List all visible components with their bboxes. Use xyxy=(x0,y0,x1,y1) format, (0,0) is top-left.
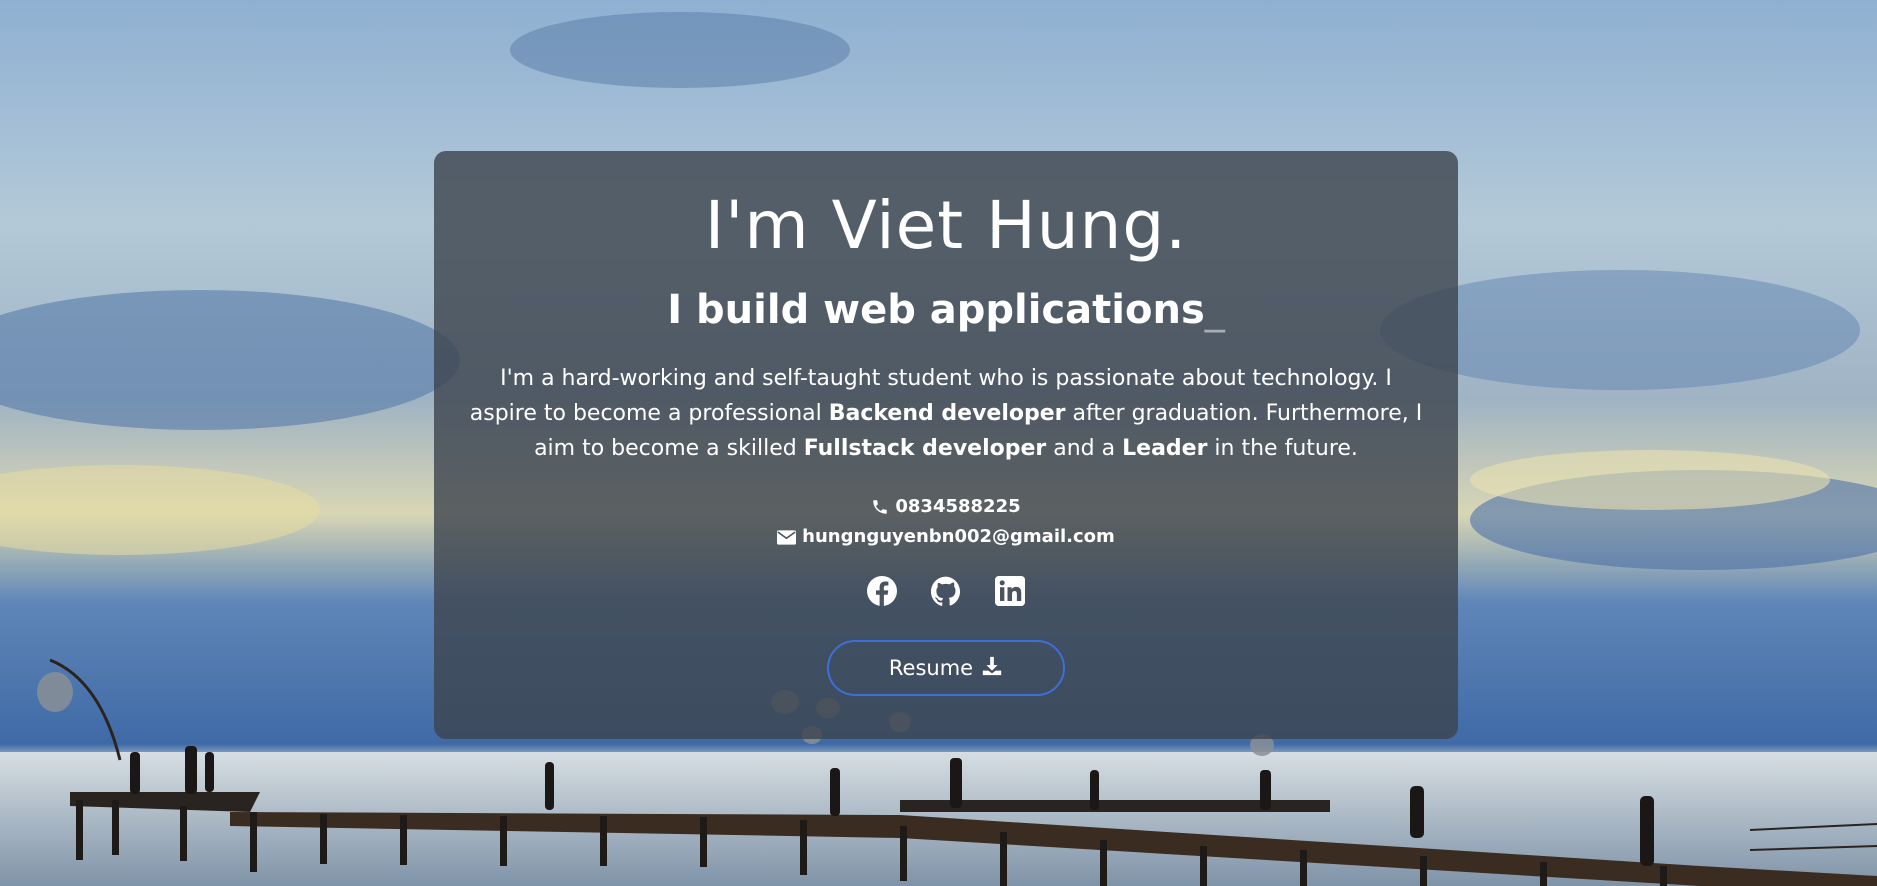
phone-number[interactable]: 0834588225 xyxy=(895,492,1020,522)
bio-role-fullstack: Fullstack developer xyxy=(803,436,1047,461)
hero-name: I'm Viet Hung. xyxy=(704,187,1188,264)
bio-role-leader: Leader xyxy=(1122,436,1208,461)
github-icon[interactable] xyxy=(930,576,961,606)
contact-info: 0834588225 hungnguyenbn002@gmail.com xyxy=(434,492,1458,552)
envelope-icon xyxy=(777,529,797,545)
hero-bio: I'm a hard-working and self-taught stude… xyxy=(466,361,1426,466)
social-links xyxy=(434,576,1458,606)
hero-tagline: I build web applications_ xyxy=(434,283,1458,337)
typing-cursor: _ xyxy=(1204,287,1225,333)
tagline-text: I build web applications xyxy=(667,287,1205,333)
bio-role-backend: Backend developer xyxy=(828,401,1066,426)
facebook-icon[interactable] xyxy=(867,576,897,606)
download-icon xyxy=(981,655,1003,682)
hero-card: I'm Viet Hung. I build web applications_… xyxy=(434,151,1458,739)
phone-row: 0834588225 xyxy=(434,492,1458,522)
phone-icon xyxy=(871,498,889,516)
resume-label: Resume xyxy=(888,656,974,680)
email-row: hungnguyenbn002@gmail.com xyxy=(434,522,1458,552)
linkedin-icon[interactable] xyxy=(995,576,1025,606)
resume-button[interactable]: Resume xyxy=(827,640,1065,696)
email-address[interactable]: hungnguyenbn002@gmail.com xyxy=(802,522,1115,552)
bio-outro: in the future. xyxy=(1207,436,1358,461)
bio-and: and a xyxy=(1046,436,1123,461)
